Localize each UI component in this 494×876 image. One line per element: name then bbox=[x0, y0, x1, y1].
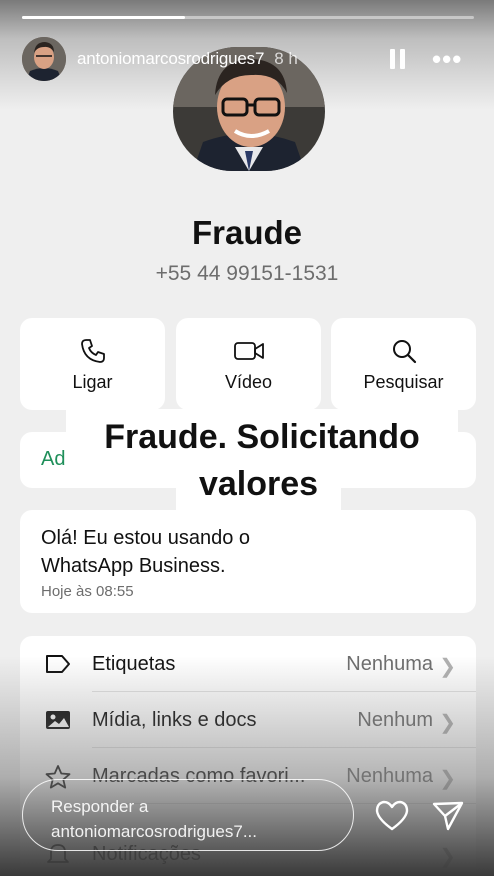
more-icon[interactable]: ••• bbox=[432, 46, 464, 72]
tag-icon bbox=[44, 652, 72, 676]
call-label: Ligar bbox=[72, 372, 113, 392]
contact-phone: +55 44 99151-1531 bbox=[155, 262, 339, 285]
pause-icon[interactable] bbox=[388, 49, 408, 69]
story-timestamp: 8 h bbox=[274, 49, 298, 68]
about-text: Olá! Eu estou usando o WhatsApp Business… bbox=[41, 527, 251, 577]
settings-value: Nenhum bbox=[357, 709, 433, 731]
settings-row-labels[interactable]: Etiquetas Nenhuma ❯ bbox=[20, 636, 476, 692]
search-button[interactable]: Pesquisar bbox=[331, 318, 476, 410]
story-caption-line1: Fraude. Solicitando bbox=[66, 409, 458, 463]
story-header: antoniomarcosrodrigues7 8 h ••• bbox=[22, 37, 474, 81]
about-timestamp: Hoje às 08:55 bbox=[41, 583, 134, 600]
image-icon bbox=[44, 708, 72, 732]
settings-row-media[interactable]: Mídia, links e docs Nenhum ❯ bbox=[20, 692, 476, 748]
reply-placeholder: Responder a antoniomarcosrodrigues7... bbox=[51, 797, 258, 841]
search-label: Pesquisar bbox=[363, 372, 444, 392]
settings-label: Mídia, links e docs bbox=[92, 709, 257, 731]
story-viewer: Fraude +55 44 99151-1531 Ligar Vídeo Pes… bbox=[0, 0, 494, 876]
settings-value: Nenhuma bbox=[346, 765, 433, 787]
phone-icon bbox=[80, 338, 106, 364]
chevron-right-icon: ❯ bbox=[439, 768, 456, 790]
video-label: Vídeo bbox=[224, 372, 273, 392]
story-progress-fill bbox=[22, 16, 185, 19]
reply-input[interactable]: Responder a antoniomarcosrodrigues7... bbox=[22, 779, 354, 851]
chevron-right-icon: ❯ bbox=[439, 656, 456, 678]
contact-name: Fraude bbox=[191, 214, 303, 251]
story-username[interactable]: antoniomarcosrodrigues7 bbox=[77, 49, 264, 69]
chevron-right-icon: ❯ bbox=[439, 712, 456, 734]
story-caption-line2: valores bbox=[176, 460, 341, 510]
heart-icon[interactable] bbox=[374, 799, 410, 833]
chevron-right-icon: ❯ bbox=[439, 846, 456, 868]
search-icon bbox=[391, 338, 417, 364]
avatar[interactable] bbox=[22, 37, 66, 81]
call-button[interactable]: Ligar bbox=[20, 318, 165, 410]
send-icon[interactable] bbox=[431, 799, 465, 833]
settings-label: Etiquetas bbox=[92, 653, 176, 675]
about-card: Olá! Eu estou usando o WhatsApp Business… bbox=[20, 510, 476, 613]
video-icon bbox=[233, 338, 265, 364]
story-progress-bar bbox=[22, 16, 474, 19]
add-contact-label: Ad bbox=[41, 448, 66, 470]
settings-value: Nenhuma bbox=[346, 653, 433, 675]
video-button[interactable]: Vídeo bbox=[176, 318, 321, 410]
